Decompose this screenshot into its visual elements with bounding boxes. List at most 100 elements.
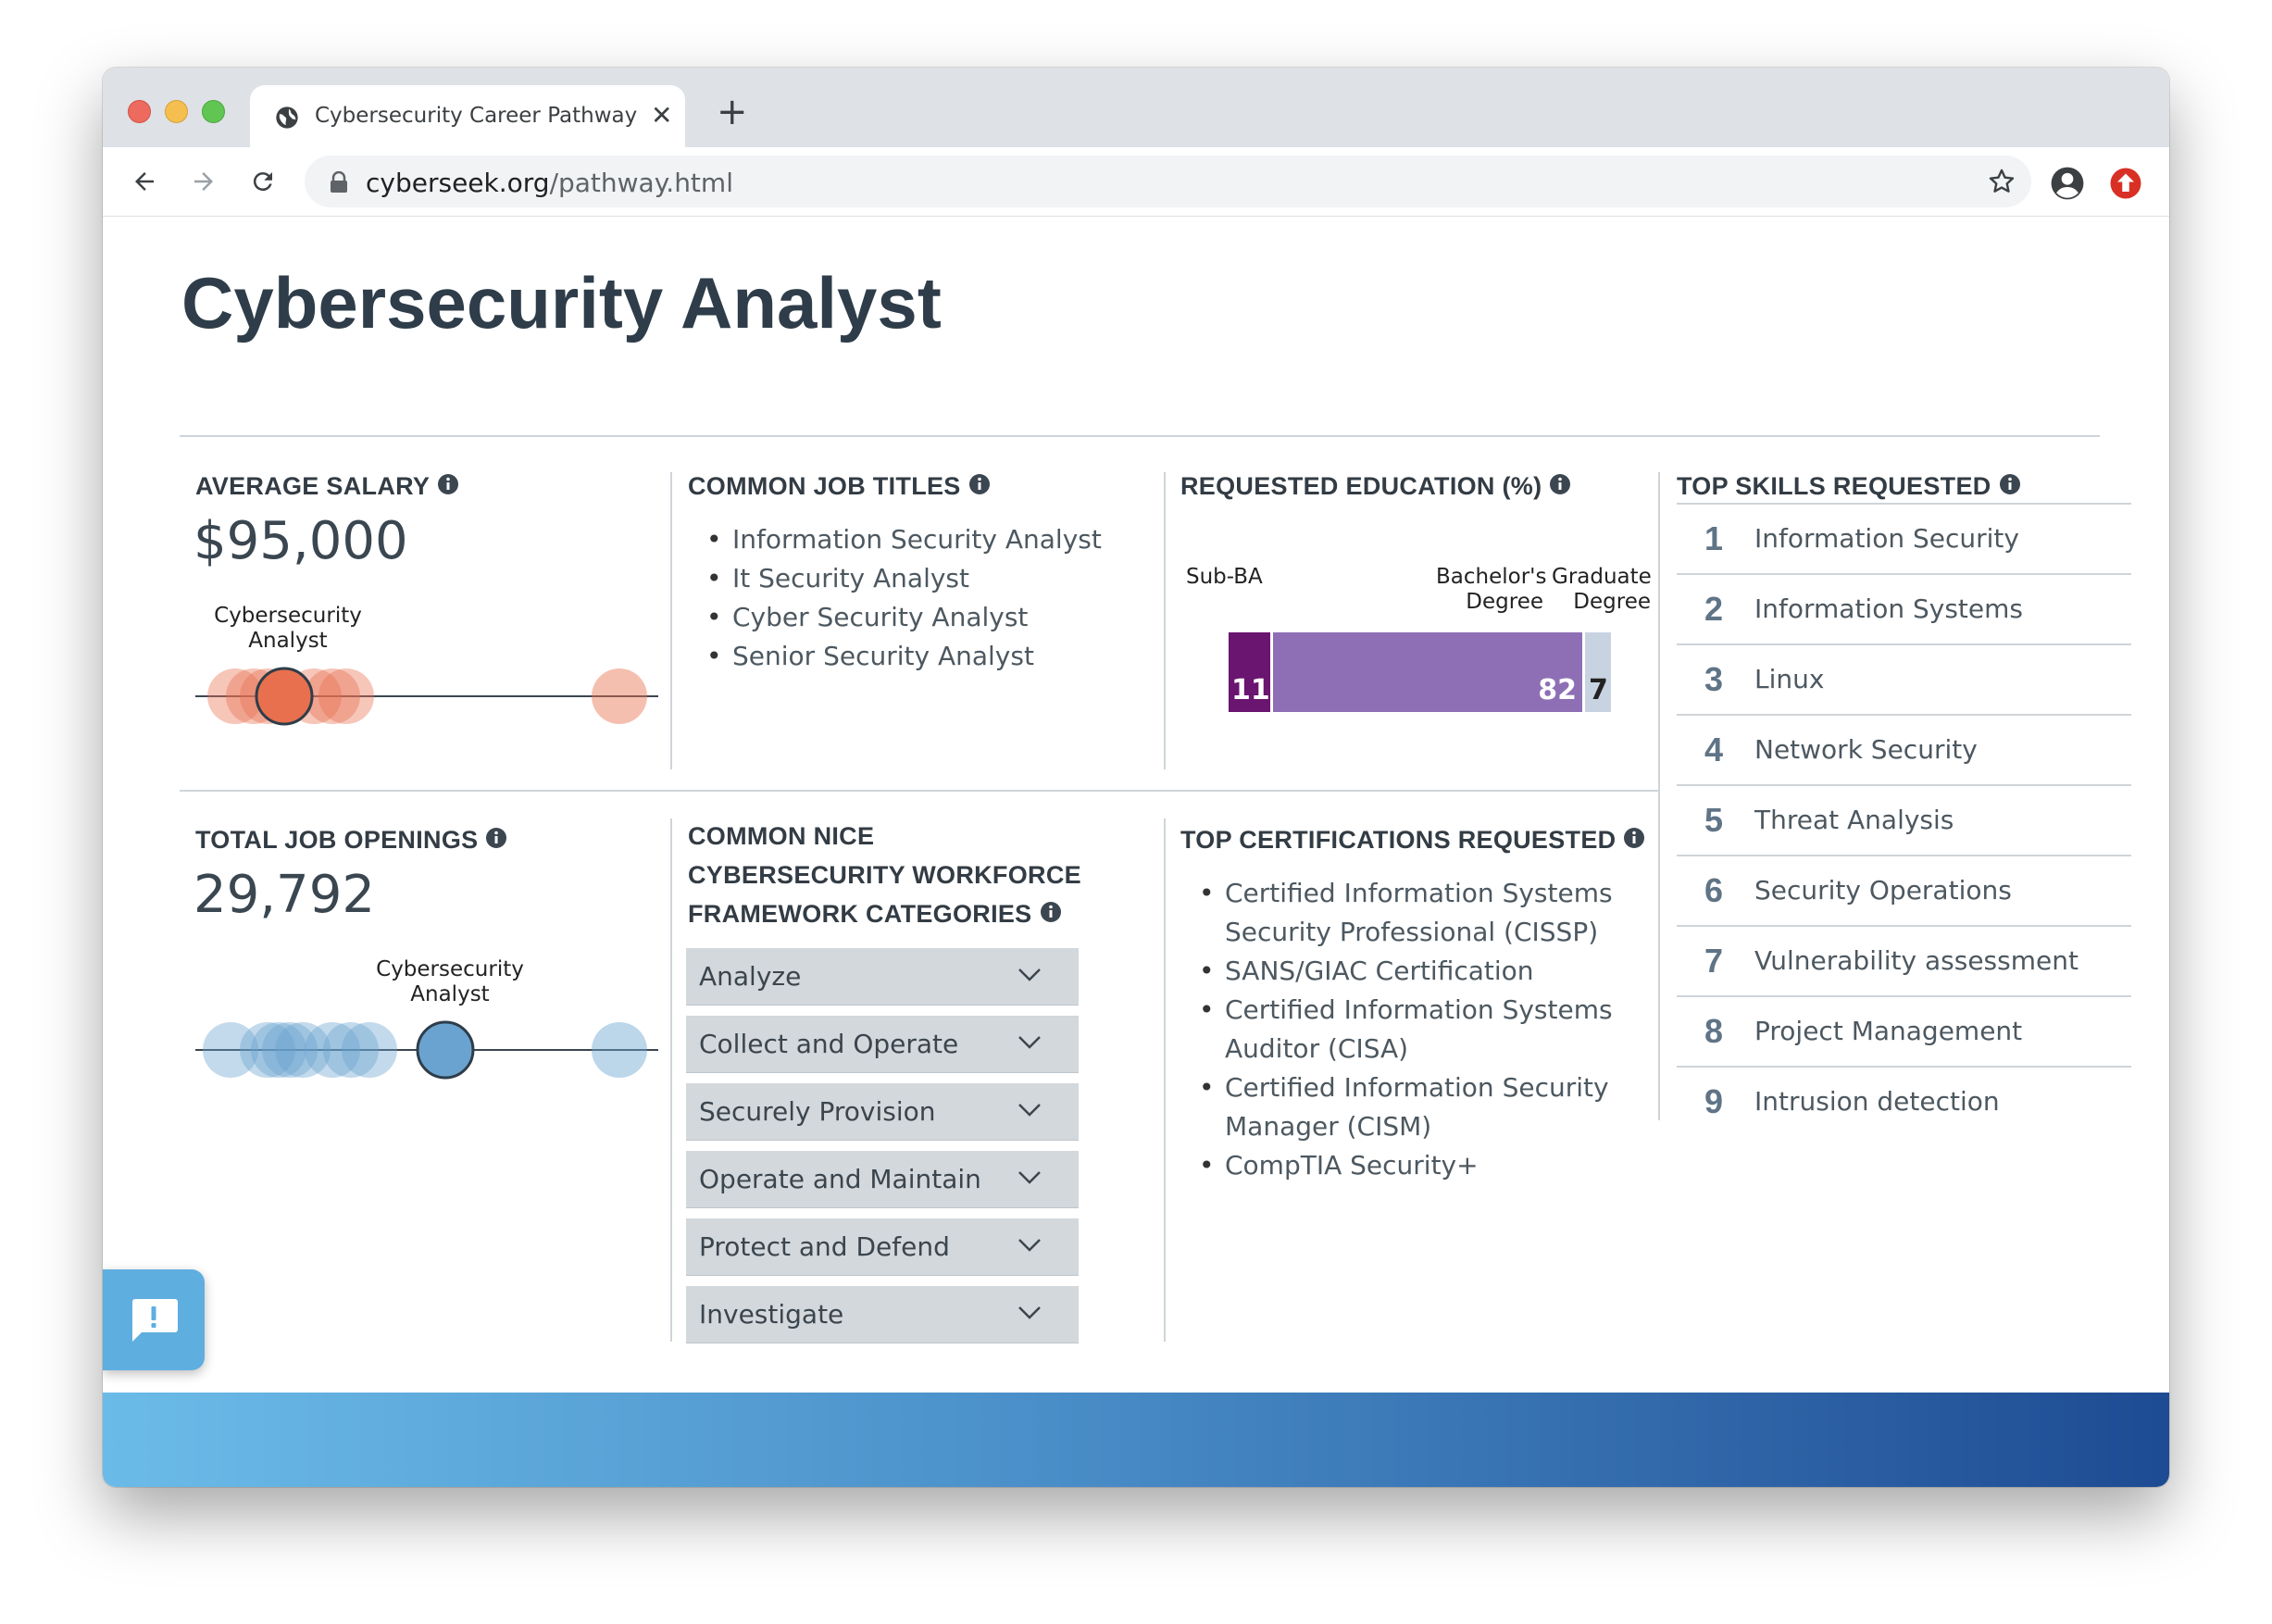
edu-label-sub-ba: Sub-BA [1186, 565, 1263, 589]
info-icon[interactable] [1040, 901, 1062, 923]
certification-item: Certified Information Security Manager (C… [1188, 1068, 1613, 1146]
tab-close-icon[interactable]: ✕ [651, 101, 672, 131]
edu-label-graduate-line2: Degree [1573, 590, 1651, 614]
openings-bubble-label-line2: Analyst [410, 982, 490, 1006]
salary-bubble-plot [195, 667, 658, 726]
reload-icon[interactable] [249, 168, 277, 195]
salary-bubble [592, 668, 647, 724]
skill-row: 1 Information Security [1677, 505, 2131, 575]
job-openings-heading-text: TOTAL JOB OPENINGS [195, 826, 479, 854]
openings-bubble-highlighted [416, 1020, 475, 1080]
job-title-item: Information Security Analyst [695, 520, 1102, 559]
page-title: Cybersecurity Analyst [181, 262, 942, 344]
tab-title: Cybersecurity Career Pathway [315, 104, 638, 128]
skill-row: 9 Intrusion detection [1677, 1068, 2131, 1136]
skill-row: 5 Threat Analysis [1677, 786, 2131, 856]
skill-label: Information Systems [1754, 593, 2023, 624]
job-title-item: It Security Analyst [695, 559, 1102, 598]
edu-label-graduate-line1: Graduate [1552, 565, 1651, 589]
certification-line: Auditor (CISA) [1225, 1033, 1409, 1064]
openings-bubble [592, 1022, 647, 1078]
nice-categories-accordion: Analyze Collect and Operate Securely Pro… [686, 948, 1079, 1354]
accordion-item-investigate[interactable]: Investigate [686, 1286, 1079, 1343]
certification-line: Certified Information Systems [1225, 994, 1613, 1025]
chevron-down-icon [1018, 1036, 1041, 1049]
tab-strip: Cybersecurity Career Pathway ✕ + [103, 68, 2169, 147]
average-salary-value: $95,000 [193, 511, 408, 571]
average-salary-heading-text: AVERAGE SALARY [195, 472, 431, 500]
skill-rank: 7 [1704, 942, 1724, 980]
info-icon[interactable] [485, 827, 507, 849]
chevron-down-icon [1018, 1104, 1041, 1117]
salary-bubble-label-line1: Cybersecurity [214, 604, 362, 628]
minimize-window-button[interactable] [165, 100, 188, 123]
edu-value-bachelors: 82 [1538, 674, 1577, 706]
skill-rank: 9 [1704, 1082, 1724, 1120]
certifications-list: Certified Information Systems Security Pr… [1188, 874, 1613, 1185]
certification-line: CompTIA Security+ [1225, 1150, 1479, 1181]
browser-window: Cybersecurity Career Pathway ✕ + cyberse… [103, 68, 2169, 1487]
maximize-window-button[interactable] [202, 100, 225, 123]
info-icon[interactable] [437, 473, 459, 495]
globe-icon [276, 106, 298, 129]
skill-label: Linux [1754, 664, 1825, 694]
skill-rank: 8 [1704, 1012, 1724, 1050]
bookmark-star-icon[interactable] [1987, 167, 2016, 196]
edu-bar-bachelors: 82 [1273, 632, 1582, 712]
column-divider [1164, 818, 1166, 1342]
edu-label-bachelors-line2: Degree [1466, 590, 1543, 614]
certification-item: Certified Information Systems Security Pr… [1188, 874, 1613, 952]
education-heading: REQUESTED EDUCATION (%) [1180, 472, 1571, 501]
skill-rank: 4 [1704, 731, 1724, 768]
skill-rank: 5 [1704, 801, 1724, 839]
certifications-heading: TOP CERTIFICATIONS REQUESTED [1180, 826, 1645, 855]
accordion-item-protect-and-defend[interactable]: Protect and Defend [686, 1218, 1079, 1276]
column-divider [1164, 472, 1166, 769]
close-window-button[interactable] [128, 100, 151, 123]
accordion-item-operate-and-maintain[interactable]: Operate and Maintain [686, 1151, 1079, 1208]
skill-label: Security Operations [1754, 875, 2012, 906]
column-divider [670, 818, 672, 1342]
info-icon[interactable] [1999, 473, 2021, 495]
column-divider [1658, 472, 1660, 1120]
profile-avatar-icon[interactable] [2050, 166, 2085, 201]
certification-line: SANS/GIAC Certification [1225, 956, 1534, 986]
chevron-down-icon [1018, 1239, 1041, 1252]
row-divider [180, 790, 1660, 792]
skill-rank: 1 [1704, 519, 1724, 557]
update-icon[interactable] [2109, 167, 2142, 200]
address-bar[interactable]: cyberseek.org/pathway.html [305, 156, 2031, 207]
education-heading-text: REQUESTED EDUCATION (%) [1180, 472, 1542, 500]
certification-item: Certified Information Systems Auditor (CI… [1188, 991, 1613, 1068]
edu-bar-sub-ba: 11 [1229, 632, 1270, 712]
column-divider [670, 472, 672, 769]
browser-tab[interactable]: Cybersecurity Career Pathway ✕ [250, 85, 685, 147]
skills-heading-text: TOP SKILLS REQUESTED [1677, 472, 1991, 500]
skill-label: Network Security [1754, 734, 1978, 765]
skills-heading: TOP SKILLS REQUESTED [1677, 472, 2021, 501]
salary-bubble [318, 668, 374, 724]
feedback-button[interactable] [103, 1269, 205, 1370]
info-icon[interactable] [968, 473, 991, 495]
chevron-down-icon [1018, 1171, 1041, 1184]
skill-row: 4 Network Security [1677, 716, 2131, 786]
new-tab-button[interactable]: + [717, 94, 748, 131]
edu-label-bachelors: Bachelor's Degree [1436, 565, 1546, 615]
certification-line: Manager (CISM) [1225, 1111, 1432, 1142]
job-title-item: Cyber Security Analyst [695, 598, 1102, 637]
skill-label: Vulnerability assessment [1754, 945, 2079, 976]
skill-rank: 3 [1704, 660, 1724, 698]
accordion-item-securely-provision[interactable]: Securely Provision [686, 1083, 1079, 1141]
openings-bubble-label: Cybersecurity Analyst [357, 957, 543, 1007]
edu-label-graduate: Graduate Degree [1552, 565, 1651, 615]
back-arrow-icon[interactable] [131, 168, 158, 195]
skills-list: 1 Information Security 2 Information Syste… [1677, 505, 2131, 1136]
edu-value-sub-ba: 11 [1231, 674, 1270, 706]
info-icon[interactable] [1549, 473, 1571, 495]
forward-arrow-icon[interactable] [190, 168, 218, 195]
info-icon[interactable] [1623, 827, 1645, 849]
openings-bubble [342, 1022, 397, 1078]
accordion-item-analyze[interactable]: Analyze [686, 948, 1079, 1006]
accordion-item-collect-and-operate[interactable]: Collect and Operate [686, 1016, 1079, 1073]
job-openings-value: 29,792 [193, 865, 375, 925]
